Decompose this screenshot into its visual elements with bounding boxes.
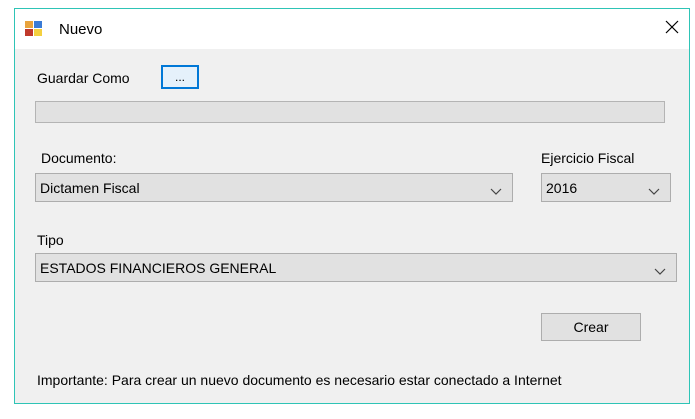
documento-selected-value: Dictamen Fiscal xyxy=(40,180,140,196)
ejercicio-fiscal-label: Ejercicio Fiscal xyxy=(541,150,635,166)
app-window-icon xyxy=(25,21,43,37)
chevron-down-icon xyxy=(654,263,666,275)
save-path-field[interactable] xyxy=(35,101,665,123)
title-bar: Nuevo xyxy=(15,9,689,49)
ejercicio-fiscal-select[interactable]: 2016 xyxy=(541,173,671,202)
crear-button[interactable]: Crear xyxy=(541,313,641,341)
close-button[interactable] xyxy=(655,9,689,49)
documento-label: Documento: xyxy=(41,150,117,166)
window-title: Nuevo xyxy=(59,21,103,38)
tipo-label: Tipo xyxy=(37,232,64,248)
documento-select[interactable]: Dictamen Fiscal xyxy=(35,173,513,202)
chevron-down-icon xyxy=(490,183,502,195)
internet-notice: Importante: Para crear un nuevo document… xyxy=(37,372,562,388)
browse-button[interactable]: ... xyxy=(161,65,199,89)
tipo-selected-value: ESTADOS FINANCIEROS GENERAL xyxy=(40,260,277,276)
close-icon xyxy=(665,20,679,39)
dialog-window: Nuevo Guardar Como ... Documento: Dictam… xyxy=(14,8,690,404)
tipo-select[interactable]: ESTADOS FINANCIEROS GENERAL xyxy=(35,253,677,282)
chevron-down-icon xyxy=(648,183,660,195)
guardar-como-label: Guardar Como xyxy=(37,70,130,86)
ejercicio-selected-value: 2016 xyxy=(546,180,578,196)
